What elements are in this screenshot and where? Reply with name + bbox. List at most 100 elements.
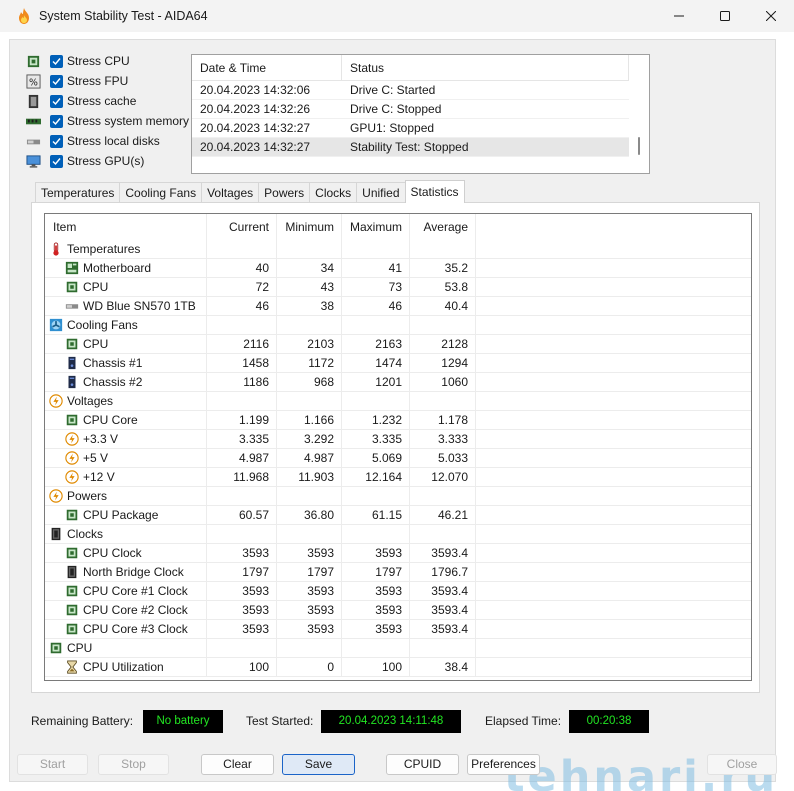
value-minimum: 2103: [277, 335, 342, 354]
value-maximum: 1797: [342, 563, 410, 582]
table-row[interactable]: CPU Clock 3593 3593 3593 3593.4: [45, 544, 751, 563]
log-row[interactable]: 20.04.2023 14:32:26 Drive C: Stopped: [192, 100, 630, 119]
value-minimum: 3593: [277, 544, 342, 563]
tab-voltages[interactable]: Voltages: [201, 182, 260, 203]
stress-option-2[interactable]: Stress cache: [26, 92, 206, 110]
log-row[interactable]: 20.04.2023 14:32:27 GPU1: Stopped: [192, 119, 630, 138]
minimize-button[interactable]: [656, 0, 702, 32]
table-row[interactable]: CPU 72 43 73 53.8: [45, 278, 751, 297]
item-name: CPU: [83, 337, 109, 351]
log-scroll-thumb[interactable]: [638, 137, 640, 155]
lightning-icon: [49, 394, 63, 408]
lightning-icon: [49, 489, 63, 503]
tab-clocks[interactable]: Clocks: [309, 182, 358, 203]
stop-button[interactable]: Stop: [98, 754, 169, 775]
value-current: 3593: [207, 544, 277, 563]
log-time: 20.04.2023 14:32:06: [200, 83, 311, 97]
stress-label: Stress GPU(s): [67, 154, 145, 168]
item-name: +5 V: [83, 451, 109, 465]
table-row[interactable]: WD Blue SN570 1TB 46 38 46 40.4: [45, 297, 751, 316]
stress-option-1[interactable]: % Stress FPU: [26, 72, 206, 90]
value-maximum: 3.335: [342, 430, 410, 449]
col-maximum[interactable]: Maximum: [342, 214, 410, 240]
checkmark-icon: [52, 77, 61, 85]
table-row[interactable]: Motherboard 40 34 41 35.2: [45, 259, 751, 278]
start-button[interactable]: Start: [17, 754, 88, 775]
status-bar: Remaining Battery: No battery Test Start…: [10, 710, 775, 734]
table-row[interactable]: CPU Core 1.199 1.166 1.232 1.178: [45, 411, 751, 430]
table-row[interactable]: +5 V 4.987 4.987 5.069 5.033: [45, 449, 751, 468]
stress-option-5[interactable]: Stress GPU(s): [26, 152, 206, 170]
table-row[interactable]: CPU Core #3 Clock 3593 3593 3593 3593.4: [45, 620, 751, 639]
col-minimum[interactable]: Minimum: [277, 214, 342, 240]
cpuid-button[interactable]: CPUID: [386, 754, 459, 775]
value-current: 1186: [207, 373, 277, 392]
maximize-button[interactable]: [702, 0, 748, 32]
table-row[interactable]: +12 V 11.968 11.903 12.164 12.070: [45, 468, 751, 487]
close-button[interactable]: Close: [707, 754, 777, 775]
table-row[interactable]: CPU 2116 2103 2163 2128: [45, 335, 751, 354]
log-row[interactable]: 20.04.2023 14:32:27 Stability Test: Stopp…: [192, 138, 630, 157]
stress-option-0[interactable]: Stress CPU: [26, 52, 206, 70]
table-row[interactable]: Chassis #2 1186 968 1201 1060: [45, 373, 751, 392]
stress-checkbox[interactable]: [50, 94, 63, 108]
group-row[interactable]: Powers: [45, 487, 751, 506]
stress-label: Stress system memory: [67, 114, 190, 128]
grid-header: Item Current Minimum Maximum Average: [45, 214, 751, 240]
value-maximum: 73: [342, 278, 410, 297]
clear-button[interactable]: Clear: [201, 754, 274, 775]
save-button[interactable]: Save: [282, 754, 355, 775]
value-minimum: 3.292: [277, 430, 342, 449]
table-row[interactable]: CPU Package 60.57 36.80 61.15 46.21: [45, 506, 751, 525]
log-scrollbar[interactable]: [629, 55, 649, 173]
tab-cooling-fans[interactable]: Cooling Fans: [119, 182, 203, 203]
event-log[interactable]: Date & Time Status 20.04.2023 14:32:06 Dr…: [191, 54, 650, 174]
log-col-datetime[interactable]: Date & Time: [192, 55, 342, 81]
group-row[interactable]: Cooling Fans: [45, 316, 751, 335]
statistics-grid[interactable]: Item Current Minimum Maximum Average Tem…: [44, 213, 752, 681]
stress-checkbox[interactable]: [50, 134, 63, 148]
stress-checkbox[interactable]: [50, 54, 63, 68]
value-maximum: 12.164: [342, 468, 410, 487]
item-name: CPU Core #2 Clock: [83, 603, 188, 617]
log-status: Drive C: Stopped: [350, 102, 442, 116]
log-row[interactable]: 20.04.2023 14:32:06 Drive C: Started: [192, 81, 630, 100]
value-minimum: 34: [277, 259, 342, 278]
col-average[interactable]: Average: [410, 214, 476, 240]
value-minimum: 43: [277, 278, 342, 297]
table-row[interactable]: Chassis #1 1458 1172 1474 1294: [45, 354, 751, 373]
col-current[interactable]: Current: [207, 214, 277, 240]
group-row[interactable]: Temperatures: [45, 240, 751, 259]
table-row[interactable]: CPU Core #2 Clock 3593 3593 3593 3593.4: [45, 601, 751, 620]
maximize-icon: [720, 11, 730, 21]
stress-checkbox[interactable]: [50, 114, 63, 128]
close-window-button[interactable]: [748, 0, 794, 32]
col-item[interactable]: Item: [45, 214, 207, 240]
stress-checkbox[interactable]: [50, 74, 63, 88]
group-row[interactable]: Clocks: [45, 525, 751, 544]
title-bar[interactable]: System Stability Test - AIDA64: [0, 0, 794, 32]
battery-value: No battery: [143, 710, 223, 733]
preferences-button[interactable]: Preferences: [467, 754, 540, 775]
value-current: 3593: [207, 582, 277, 601]
group-row[interactable]: Voltages: [45, 392, 751, 411]
table-row[interactable]: CPU Utilization 100 0 100 38.4: [45, 658, 751, 677]
table-row[interactable]: +3.3 V 3.335 3.292 3.335 3.333: [45, 430, 751, 449]
stress-option-4[interactable]: Stress local disks: [26, 132, 206, 150]
tab-powers[interactable]: Powers: [258, 182, 311, 203]
tab-unified[interactable]: Unified: [356, 182, 406, 203]
stress-checkbox[interactable]: [50, 154, 63, 168]
value-average: 38.4: [410, 658, 476, 677]
group-row[interactable]: CPU: [45, 639, 751, 658]
fpu-percent-icon: %: [26, 73, 41, 89]
table-row[interactable]: CPU Core #1 Clock 3593 3593 3593 3593.4: [45, 582, 751, 601]
tab-temperatures[interactable]: Temperatures: [35, 182, 121, 203]
checkmark-icon: [52, 157, 61, 165]
stress-option-3[interactable]: Stress system memory: [26, 112, 206, 130]
item-name: CPU Utilization: [83, 660, 164, 674]
table-row[interactable]: North Bridge Clock 1797 1797 1797 1796.7: [45, 563, 751, 582]
value-average: 3593.4: [410, 601, 476, 620]
value-average: 3.333: [410, 430, 476, 449]
log-col-status[interactable]: Status: [342, 55, 629, 81]
tab-statistics[interactable]: Statistics: [404, 180, 465, 203]
